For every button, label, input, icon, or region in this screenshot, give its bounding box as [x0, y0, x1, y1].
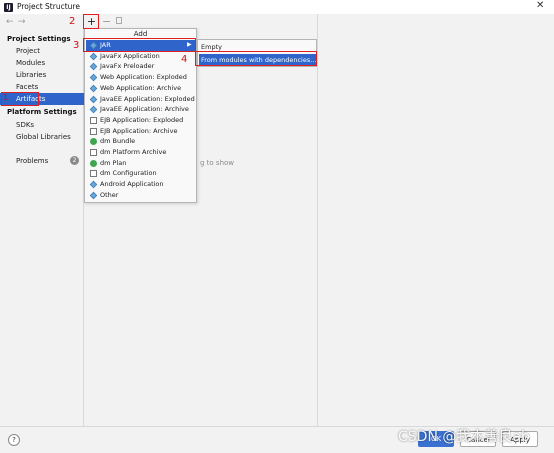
remove-button[interactable]: − — [102, 15, 111, 28]
menu-item[interactable]: EJB Application: Archive — [86, 126, 196, 137]
menu-item-label: EJB Application: Exploded — [100, 115, 184, 124]
doc-icon — [90, 170, 97, 178]
nav-item-sdks[interactable]: SDKs — [0, 119, 84, 131]
window-title: Project Structure — [17, 2, 80, 11]
menu-item-label: JavaFx Application — [100, 51, 160, 60]
menu-item[interactable]: dm Platform Archive — [86, 147, 196, 158]
diamond-icon — [89, 95, 98, 103]
menu-item-label: JavaFx Preloader — [100, 62, 155, 71]
menu-item-label: dm Configuration — [100, 169, 157, 178]
close-icon[interactable]: ✕ — [536, 0, 544, 11]
menu-item[interactable]: JavaFx Preloader — [86, 61, 196, 72]
annotation-number: 1 — [3, 93, 9, 102]
menu-item-label: Other — [100, 190, 119, 199]
menu-item-label: JavaEE Application: Exploded — [100, 94, 195, 103]
copy-icon[interactable] — [116, 17, 122, 24]
annotation-box-add — [83, 14, 99, 29]
watermark-text: CSDN @我本善良ab — [398, 429, 530, 445]
menu-item-label: Web Application: Exploded — [100, 73, 187, 82]
menu-item[interactable]: JavaEE Application: Archive — [86, 104, 196, 115]
diamond-icon — [89, 84, 98, 93]
nav-item-project[interactable]: Project — [0, 45, 84, 57]
menu-item[interactable]: dm Configuration — [86, 168, 196, 179]
annotation-number: 2 — [69, 16, 76, 27]
nav-item-global-libraries[interactable]: Global Libraries — [0, 131, 84, 143]
diamond-icon — [89, 191, 98, 200]
annotation-number: 4 — [181, 54, 188, 65]
doc-icon — [90, 127, 97, 135]
empty-hint-text: g to show — [200, 159, 235, 167]
artifact-details-panel — [317, 14, 554, 426]
menu-item[interactable]: Web Application: Exploded — [86, 72, 196, 83]
diamond-icon — [89, 73, 98, 82]
menu-item-label: Android Application — [100, 180, 164, 189]
menu-item-label: Web Application: Archive — [100, 83, 182, 92]
project-settings-header: Project Settings — [7, 35, 71, 43]
circle-icon — [90, 159, 97, 167]
doc-icon — [90, 116, 97, 124]
menu-item-label: dm Bundle — [100, 137, 136, 146]
menu-item[interactable]: Web Application: Archive — [86, 83, 196, 94]
annotation-number: 3 — [73, 40, 80, 51]
nav-item-libraries[interactable]: Libraries — [0, 69, 84, 81]
menu-item[interactable]: Other — [86, 190, 196, 201]
doc-icon — [90, 149, 97, 156]
menu-item[interactable]: dm Bundle — [86, 136, 196, 147]
title-bar — [0, 0, 554, 14]
diamond-icon — [89, 52, 98, 60]
diamond-icon — [89, 63, 98, 71]
menu-item[interactable]: Android Application — [86, 179, 196, 190]
menu-item-label: dm Platform Archive — [100, 148, 167, 156]
diamond-icon — [89, 180, 98, 189]
annotation-box-from-modules — [195, 51, 317, 66]
intellij-icon: IJ — [4, 3, 13, 12]
menu-item[interactable]: JavaEE Application: Exploded — [86, 94, 196, 105]
annotation-box-jar — [83, 38, 196, 52]
menu-item-label: EJB Application: Archive — [100, 126, 178, 135]
diamond-icon — [89, 105, 98, 114]
menu-item-label: JavaEE Application: Archive — [100, 105, 189, 114]
menu-item[interactable]: EJB Application: Exploded — [86, 115, 196, 126]
platform-settings-header: Platform Settings — [7, 108, 77, 116]
forward-arrow-icon[interactable]: → — [18, 17, 26, 27]
menu-item[interactable]: JavaFx Application — [86, 51, 196, 62]
circle-icon — [90, 138, 97, 146]
menu-item-label: dm Plan — [100, 158, 127, 167]
problems-count-badge: 2 — [70, 156, 79, 165]
back-arrow-icon[interactable]: ← — [6, 17, 14, 27]
menu-item[interactable]: dm Plan — [86, 158, 196, 169]
help-button[interactable]: ? — [8, 434, 20, 446]
nav-item-modules[interactable]: Modules — [0, 57, 84, 69]
